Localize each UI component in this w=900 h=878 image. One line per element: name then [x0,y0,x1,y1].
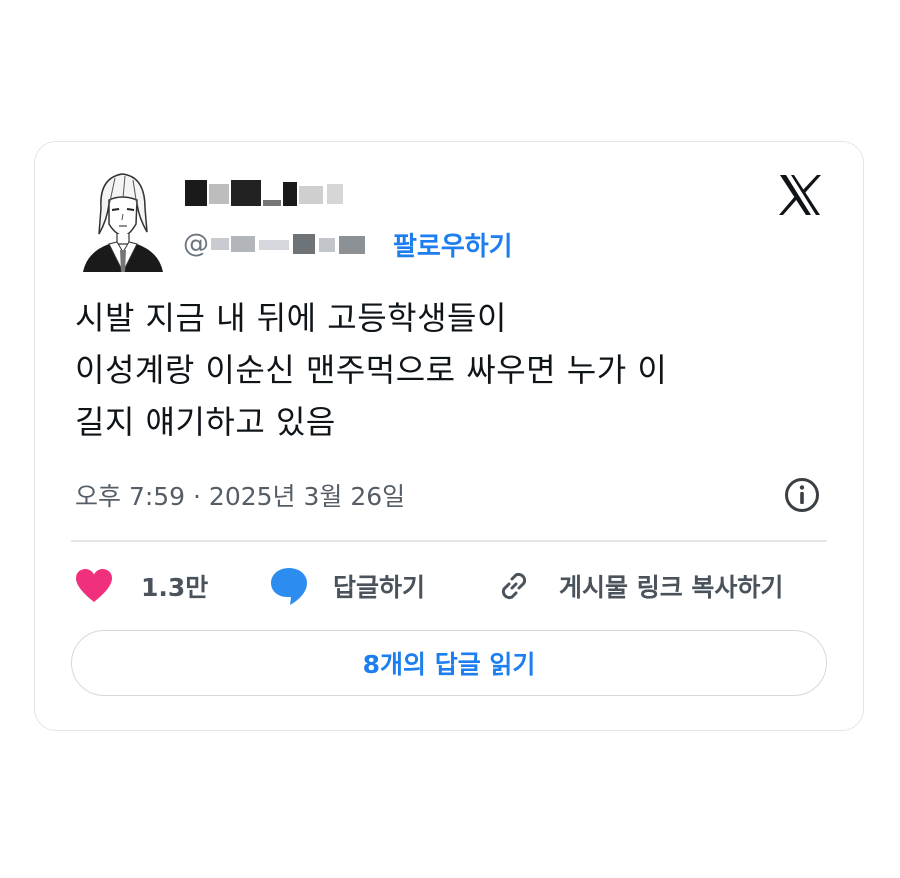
divider [71,540,827,542]
reply-label: 답글하기 [333,573,426,602]
like-button[interactable]: 1.3만 [75,562,208,610]
heart-icon [76,569,112,602]
follow-button[interactable]: 팔로우하기 [393,226,513,263]
action-bar: 1.3만 답글하기 게시물 링크 복사하기 [75,562,823,610]
copy-link-label: 게시물 링크 복사하기 [559,573,784,602]
tweet-text-line: 시발 지금 내 뒤에 고등학생들이 [75,299,507,337]
handle-redacted[interactable] [211,232,371,256]
tweet-text: 시발 지금 내 뒤에 고등학생들이 이성계랑 이순신 맨주먹으로 싸우면 누가 … [75,292,835,448]
handle-at-sign: @ [183,229,209,259]
display-name-redacted[interactable] [183,178,363,208]
copy-link-button[interactable]: 게시물 링크 복사하기 [495,562,783,610]
tweet-text-line: 길지 얘기하고 있음 [75,403,336,441]
tweet-text-line: 이성계랑 이순신 맨주먹으로 싸우면 누가 이 [75,351,668,389]
tweet-card: @ 팔로우하기 시발 지금 내 뒤에 고등학생들이 이성계랑 이순신 맨주먹으로… [34,141,864,731]
reply-button[interactable]: 답글하기 [269,562,425,610]
speech-bubble-icon [271,568,307,605]
info-icon[interactable] [783,476,821,514]
link-icon [501,572,527,600]
avatar[interactable] [79,168,165,272]
like-count: 1.3만 [141,573,209,602]
handle-row: @ 팔로우하기 [183,226,513,262]
x-logo-icon[interactable] [777,172,823,218]
read-replies-button[interactable]: 8개의 답글 읽기 [71,630,827,696]
tweet-timestamp[interactable]: 오후 7:59 · 2025년 3월 26일 [75,477,405,513]
